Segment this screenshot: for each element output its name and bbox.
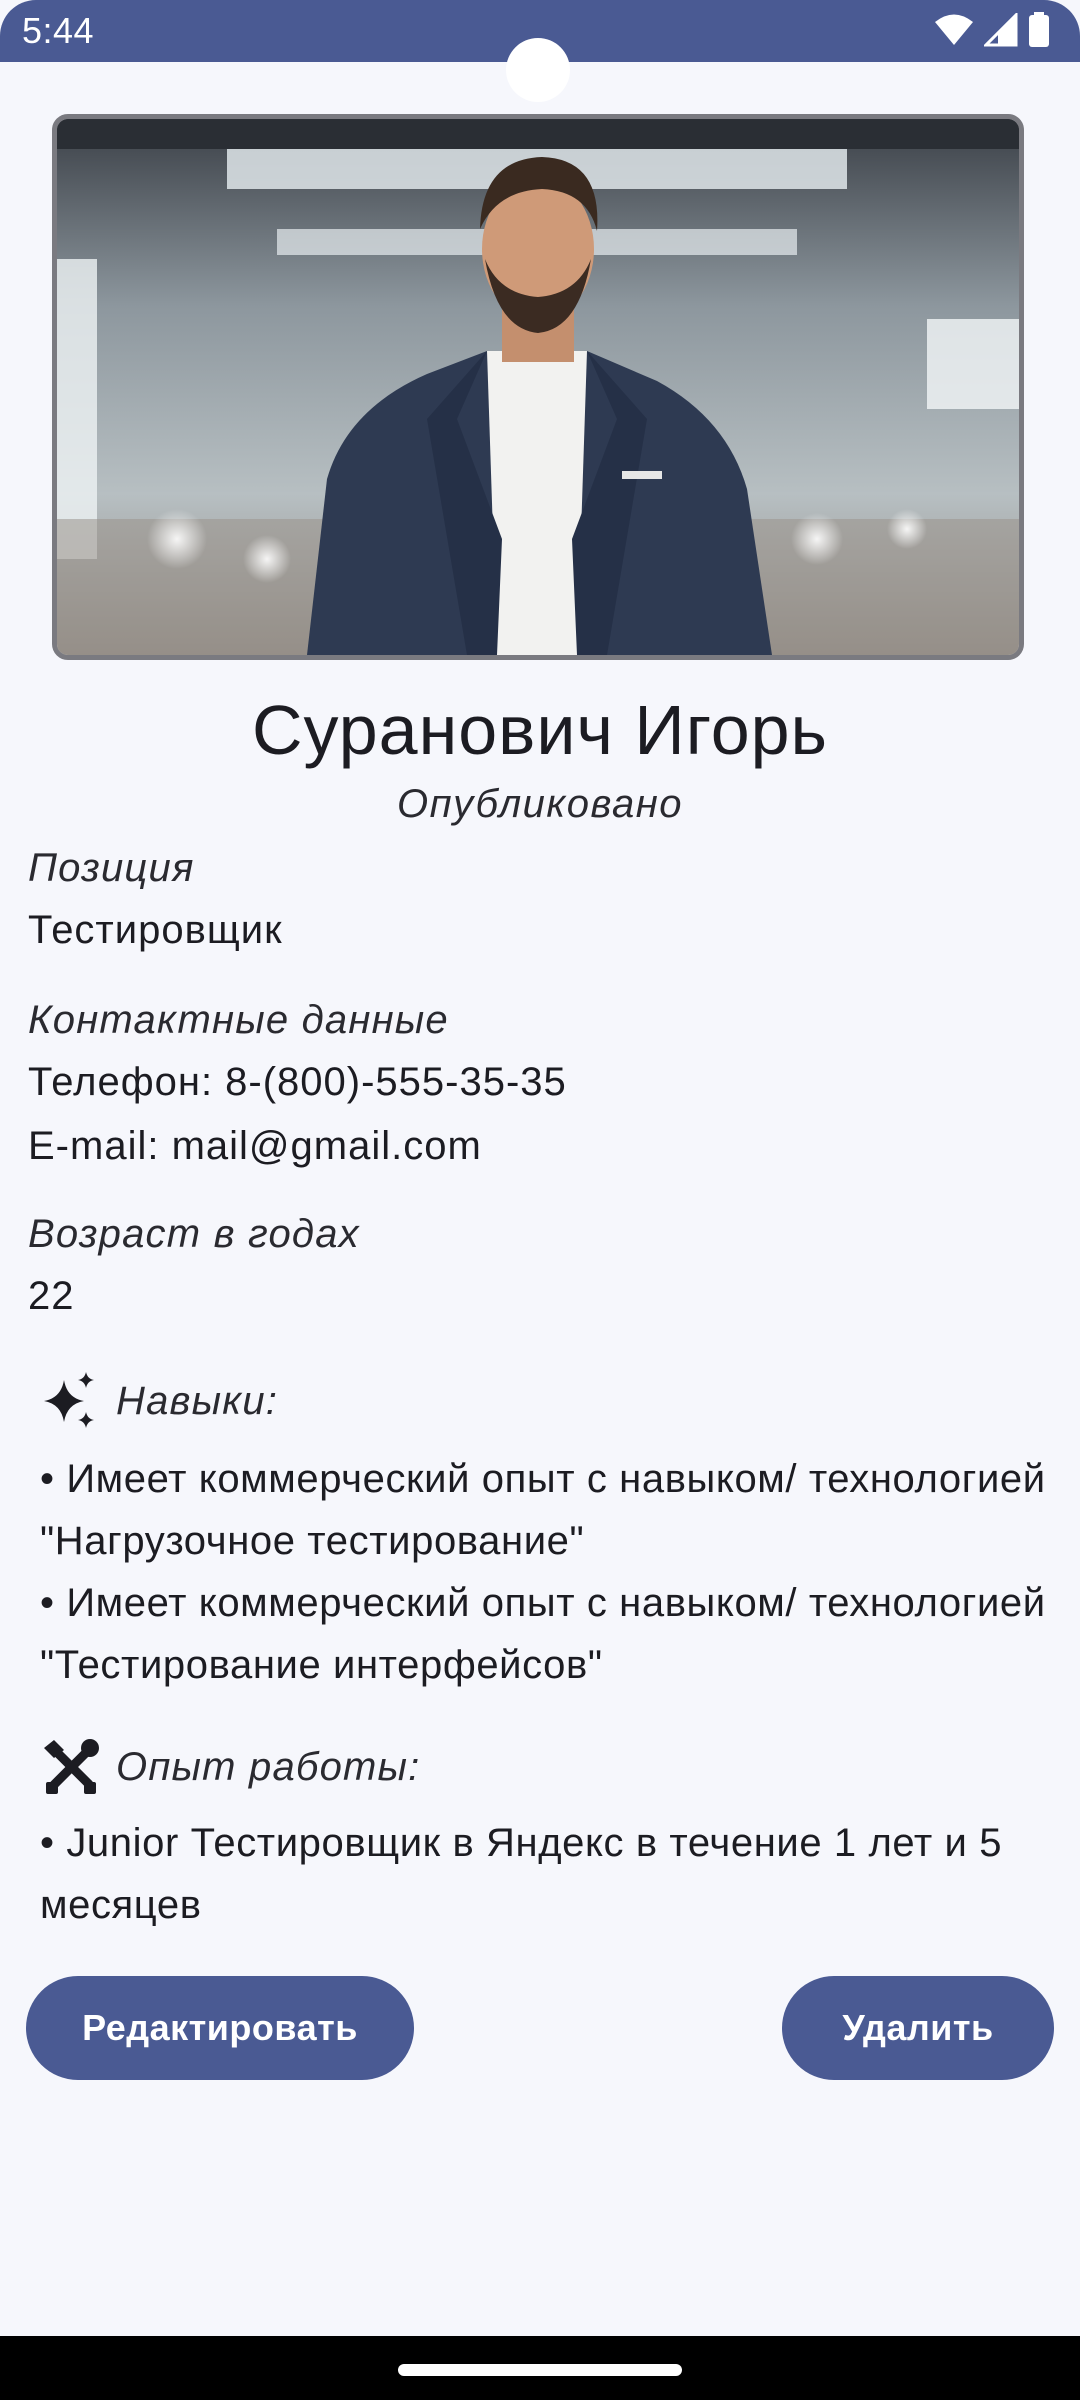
age-value: 22	[28, 1274, 75, 1318]
sparkles-icon	[40, 1370, 102, 1432]
publication-status: Опубликовано	[396, 782, 684, 826]
position-value: Тестировщик	[28, 908, 283, 952]
profile-name: Суранович Игорь	[251, 691, 829, 769]
skills-title: Навыки:	[116, 1378, 279, 1423]
phone-value: Телефон: 8-(800)-555-35-35	[28, 1060, 567, 1104]
skill-item: • Имеет коммерческий опыт с навыком/ тех…	[40, 1581, 1046, 1687]
tools-icon	[40, 1736, 102, 1798]
home-indicator[interactable]	[398, 2364, 682, 2376]
experience-header: Опыт работы:	[40, 1736, 421, 1798]
battery-icon	[1028, 12, 1050, 53]
age-label: Возраст в годах	[28, 1212, 360, 1256]
experience-item: • Junior Тестировщик в Яндекс в течение …	[40, 1821, 1003, 1927]
edit-button[interactable]: Редактировать	[26, 1976, 414, 2080]
profile-photo	[52, 114, 1024, 660]
contacts-label: Контактные данные	[28, 998, 449, 1042]
skill-item: • Имеет коммерческий опыт с навыком/ тех…	[40, 1457, 1046, 1563]
delete-button[interactable]: Удалить	[782, 1976, 1054, 2080]
experience-title: Опыт работы:	[116, 1744, 421, 1789]
signal-icon	[982, 11, 1018, 52]
position-label: Позиция	[28, 846, 195, 890]
wifi-icon	[934, 13, 974, 52]
skills-header: Навыки:	[40, 1370, 278, 1432]
status-icons	[934, 11, 1050, 53]
status-time: 5:44	[22, 10, 95, 51]
camera-cutout	[506, 38, 570, 102]
email-value: E-mail: mail@gmail.com	[28, 1124, 482, 1168]
